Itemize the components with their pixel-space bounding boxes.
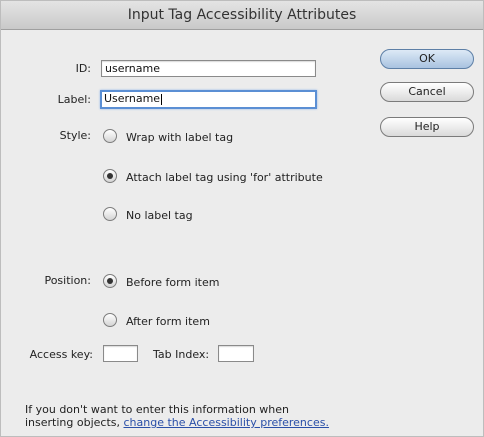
radio-before-form-item[interactable] xyxy=(103,274,117,288)
position-label: Position: xyxy=(44,274,91,287)
footer-text-line2: inserting objects, change the Accessibil… xyxy=(25,416,329,429)
footer-text-line1: If you don't want to enter this informat… xyxy=(25,403,289,416)
radio-after-form-item-text: After form item xyxy=(126,315,210,328)
access-key-field[interactable] xyxy=(103,345,138,362)
radio-no-label-tag[interactable] xyxy=(103,207,117,221)
radio-attach-label-for[interactable] xyxy=(103,169,117,183)
radio-wrap-with-label-text: Wrap with label tag xyxy=(126,131,234,144)
id-label: ID: xyxy=(75,62,91,75)
access-key-label: Access key: xyxy=(29,348,93,361)
dialog-title: Input Tag Accessibility Attributes xyxy=(1,1,483,30)
tab-index-label: Tab Index: xyxy=(153,348,210,361)
text-caret xyxy=(161,93,163,105)
accessibility-preferences-link[interactable]: change the Accessibility preferences. xyxy=(124,416,329,429)
label-field[interactable]: Username xyxy=(100,90,317,109)
ok-button[interactable]: OK xyxy=(380,49,474,69)
accessibility-dialog: Input Tag Accessibility Attributes ID: u… xyxy=(0,0,484,437)
tab-index-field[interactable] xyxy=(218,345,254,362)
id-field[interactable]: username xyxy=(101,60,316,77)
label-field-value: Username xyxy=(104,92,161,105)
radio-attach-label-for-text: Attach label tag using 'for' attribute xyxy=(126,171,323,184)
footer-text-prefix: inserting objects, xyxy=(25,416,120,429)
help-button[interactable]: Help xyxy=(380,117,474,137)
style-label: Style: xyxy=(59,129,91,142)
cancel-button[interactable]: Cancel xyxy=(380,82,474,102)
radio-after-form-item[interactable] xyxy=(103,313,117,327)
radio-before-form-item-text: Before form item xyxy=(126,276,220,289)
label-label: Label: xyxy=(57,93,91,106)
radio-wrap-with-label[interactable] xyxy=(103,129,117,143)
radio-no-label-tag-text: No label tag xyxy=(126,209,193,222)
